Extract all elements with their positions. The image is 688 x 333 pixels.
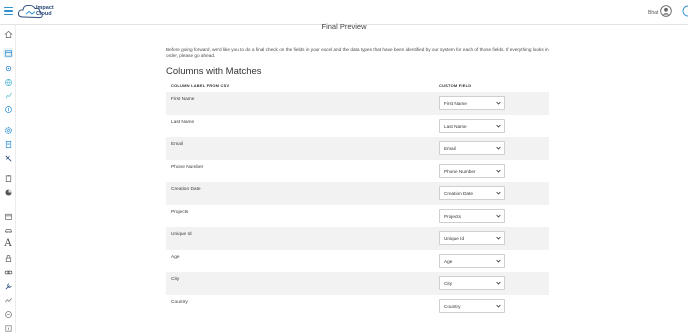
custom-field-select[interactable]: Projects bbox=[439, 208, 505, 223]
text-icon[interactable]: A bbox=[3, 239, 13, 249]
custom-field-select[interactable]: Email bbox=[439, 141, 505, 155]
csv-column-label: Creation Date bbox=[171, 187, 201, 192]
chevron-down-icon bbox=[496, 214, 501, 218]
section-title: Columns with Matches bbox=[166, 66, 262, 77]
logo-text: Impact Cloud bbox=[36, 5, 54, 17]
analytics-icon[interactable] bbox=[3, 295, 13, 305]
chevron-down-icon bbox=[496, 101, 501, 105]
custom-field-select[interactable]: Country bbox=[439, 298, 505, 313]
custom-field-value: Creation Date bbox=[444, 191, 473, 196]
custom-field-select[interactable]: Phone Number bbox=[439, 163, 505, 178]
grid-icon[interactable] bbox=[3, 48, 13, 58]
car-icon[interactable] bbox=[3, 225, 13, 235]
custom-field-select[interactable]: City bbox=[439, 276, 505, 290]
chevron-down-icon bbox=[496, 124, 501, 128]
chart-icon[interactable] bbox=[3, 90, 13, 100]
custom-field-value: Projects bbox=[444, 213, 461, 219]
chevron-down-icon bbox=[496, 191, 501, 195]
custom-field-value: Email bbox=[444, 146, 456, 151]
table-row: Age Age bbox=[166, 250, 549, 273]
table-row: Unique Id Unique Id bbox=[166, 227, 549, 250]
table-row: Creation Date Creation Date bbox=[166, 182, 549, 205]
help-icon[interactable] bbox=[682, 5, 688, 17]
page-title: Final Preview bbox=[321, 22, 367, 31]
csv-column-label: Email bbox=[171, 142, 183, 147]
settings-icon[interactable] bbox=[3, 309, 13, 319]
custom-field-value: Age bbox=[444, 258, 453, 264]
pie-icon[interactable] bbox=[3, 187, 13, 197]
intro-text: Before going forward, we'd like you to d… bbox=[166, 47, 549, 59]
csv-column-label: Projects bbox=[171, 209, 189, 215]
wrench-icon[interactable] bbox=[3, 281, 13, 291]
link-icon[interactable] bbox=[3, 267, 13, 277]
chevron-down-icon bbox=[496, 169, 501, 173]
sidebar: A bbox=[0, 25, 16, 333]
custom-field-value: Unique Id bbox=[444, 236, 465, 241]
custom-field-select[interactable]: Age bbox=[439, 253, 505, 268]
csv-column-label: Phone Number bbox=[171, 164, 204, 170]
user-name[interactable]: Bhat bbox=[648, 10, 658, 16]
custom-field-select[interactable]: Last Name bbox=[439, 118, 505, 133]
table-row: City City bbox=[166, 272, 549, 295]
csv-column-label: Unique Id bbox=[171, 232, 192, 237]
table-row: Last Name Last Name bbox=[166, 115, 549, 138]
info-icon[interactable] bbox=[3, 323, 13, 333]
table-row: Email Email bbox=[166, 137, 549, 160]
chevron-down-icon bbox=[496, 236, 501, 240]
custom-field-select[interactable]: Creation Date bbox=[439, 186, 505, 200]
user-avatar-icon[interactable] bbox=[660, 5, 672, 17]
chevron-down-icon bbox=[496, 281, 501, 285]
clipboard-icon[interactable] bbox=[3, 173, 13, 183]
custom-field-value: Last Name bbox=[444, 123, 467, 129]
gear-icon[interactable] bbox=[3, 125, 13, 135]
custom-field-select[interactable]: First Name bbox=[439, 96, 505, 110]
csv-column-label: First Name bbox=[171, 97, 195, 102]
chevron-down-icon bbox=[496, 146, 501, 150]
table-row: Phone Number Phone Number bbox=[166, 160, 549, 183]
globe-icon[interactable] bbox=[3, 77, 13, 87]
table-row: Projects Projects bbox=[166, 205, 549, 228]
tool-icon[interactable] bbox=[3, 153, 13, 163]
menu-icon[interactable] bbox=[4, 7, 13, 16]
csv-column-label: Age bbox=[171, 254, 180, 260]
csv-column-label: City bbox=[171, 277, 180, 282]
lock-icon[interactable] bbox=[3, 253, 13, 263]
table-row: Country Country bbox=[166, 295, 549, 318]
chevron-down-icon bbox=[496, 304, 501, 308]
target-icon[interactable] bbox=[3, 63, 13, 73]
table-row: First Name First Name bbox=[166, 92, 549, 115]
custom-field-value: City bbox=[444, 281, 453, 286]
calendar-icon[interactable] bbox=[3, 211, 13, 221]
custom-field-value: First Name bbox=[444, 101, 467, 106]
custom-field-select[interactable]: Unique Id bbox=[439, 231, 505, 245]
column-header-custom-field: CUSTOM FIELD bbox=[439, 83, 472, 88]
document-icon[interactable] bbox=[3, 139, 13, 149]
custom-field-value: Phone Number bbox=[444, 168, 476, 174]
csv-column-label: Last Name bbox=[171, 119, 195, 125]
csv-column-label: Country bbox=[171, 299, 188, 305]
chevron-down-icon bbox=[496, 259, 501, 263]
column-header-csv: COLUMN LABEL FROM CSV bbox=[171, 83, 230, 88]
custom-field-value: Country bbox=[444, 303, 461, 309]
dollar-icon[interactable] bbox=[3, 104, 13, 114]
